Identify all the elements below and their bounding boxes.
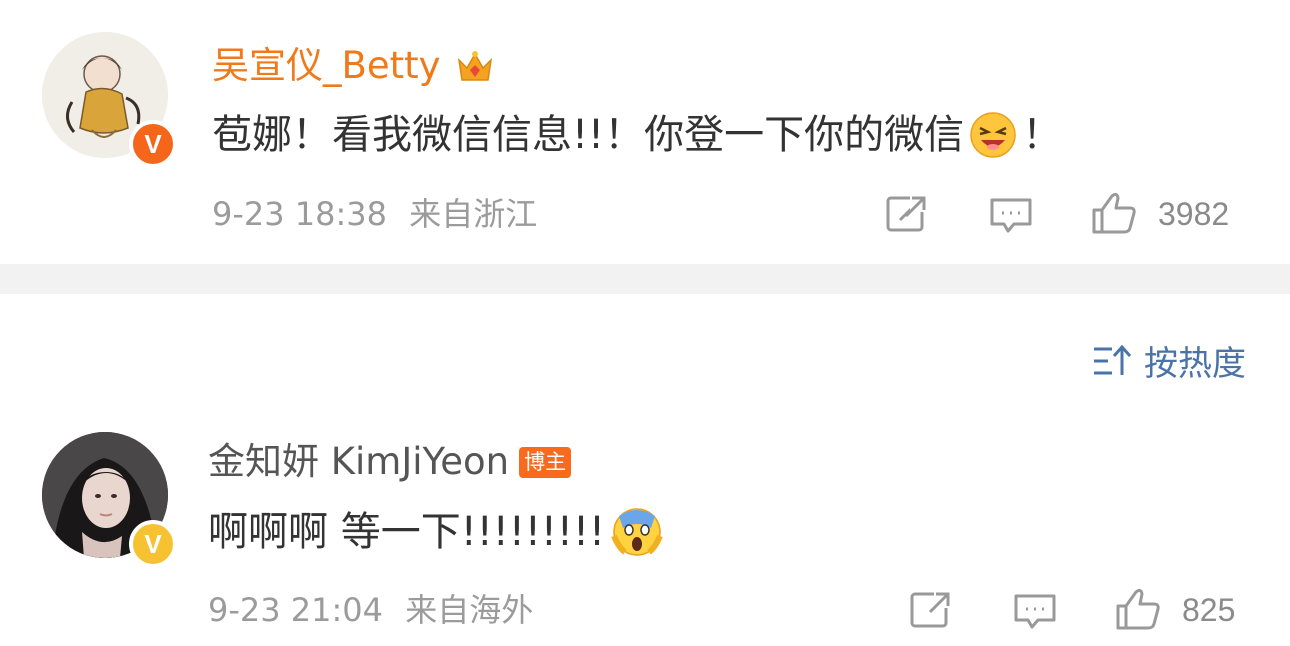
comment-location: 来自浙江	[409, 195, 538, 233]
comment-text: 啊啊啊 等一下!!!!!!!!!	[208, 506, 663, 558]
like-count: 3982	[1158, 196, 1230, 232]
sort-icon	[1092, 343, 1132, 379]
comment-timestamp: 9-23 18:38	[212, 195, 388, 233]
share-icon[interactable]	[908, 590, 952, 634]
comment-text-part: ！	[1022, 112, 1063, 158]
crying-laughing-emoji-icon	[968, 110, 1018, 160]
comment-username[interactable]: 金知妍 KimJiYeon 博主	[208, 440, 572, 484]
crown-icon	[453, 44, 497, 88]
verified-badge: V	[129, 520, 177, 568]
verified-badge: V	[129, 120, 177, 168]
like-count: 825	[1182, 592, 1236, 628]
comment-username[interactable]: 吴宣仪_Betty	[212, 44, 497, 88]
like-icon[interactable]	[1090, 190, 1138, 240]
comment-icon[interactable]	[1012, 592, 1058, 636]
username-text: 吴宣仪_Betty	[212, 44, 441, 87]
like-icon[interactable]	[1114, 586, 1162, 636]
sort-label: 按热度	[1144, 344, 1246, 384]
sort-button[interactable]: 按热度	[1092, 336, 1246, 385]
comment-icon[interactable]	[988, 196, 1034, 240]
host-tag: 博主	[519, 446, 572, 478]
comment-item: V 金知妍 KimJiYeon 博主 啊啊啊 等一下!!!!!!!!! 9-23…	[0, 410, 1290, 646]
comment-text: 苞娜！看我微信信息!!！你登一下你的微信 ！	[212, 110, 1062, 160]
section-divider	[0, 264, 1290, 294]
comment-item: V 吴宣仪_Betty 苞娜！看我微信信息!!！你登一下你的微信 ！ 9-23 …	[0, 0, 1290, 264]
share-icon[interactable]	[884, 194, 928, 238]
comment-text-part: 苞娜！看我微信信息!!！你登一下你的微信	[212, 112, 965, 158]
comment-text-part: 啊啊啊 等一下!!!!!!!!!	[208, 509, 606, 555]
comment-meta: 9-23 18:38 来自浙江	[212, 194, 537, 234]
screaming-in-fear-emoji-icon	[611, 506, 663, 558]
comment-timestamp: 9-23 21:04	[208, 591, 384, 629]
username-text: 金知妍 KimJiYeon	[208, 440, 510, 483]
comment-location: 来自海外	[405, 591, 534, 629]
comment-meta: 9-23 21:04 来自海外	[208, 590, 533, 630]
